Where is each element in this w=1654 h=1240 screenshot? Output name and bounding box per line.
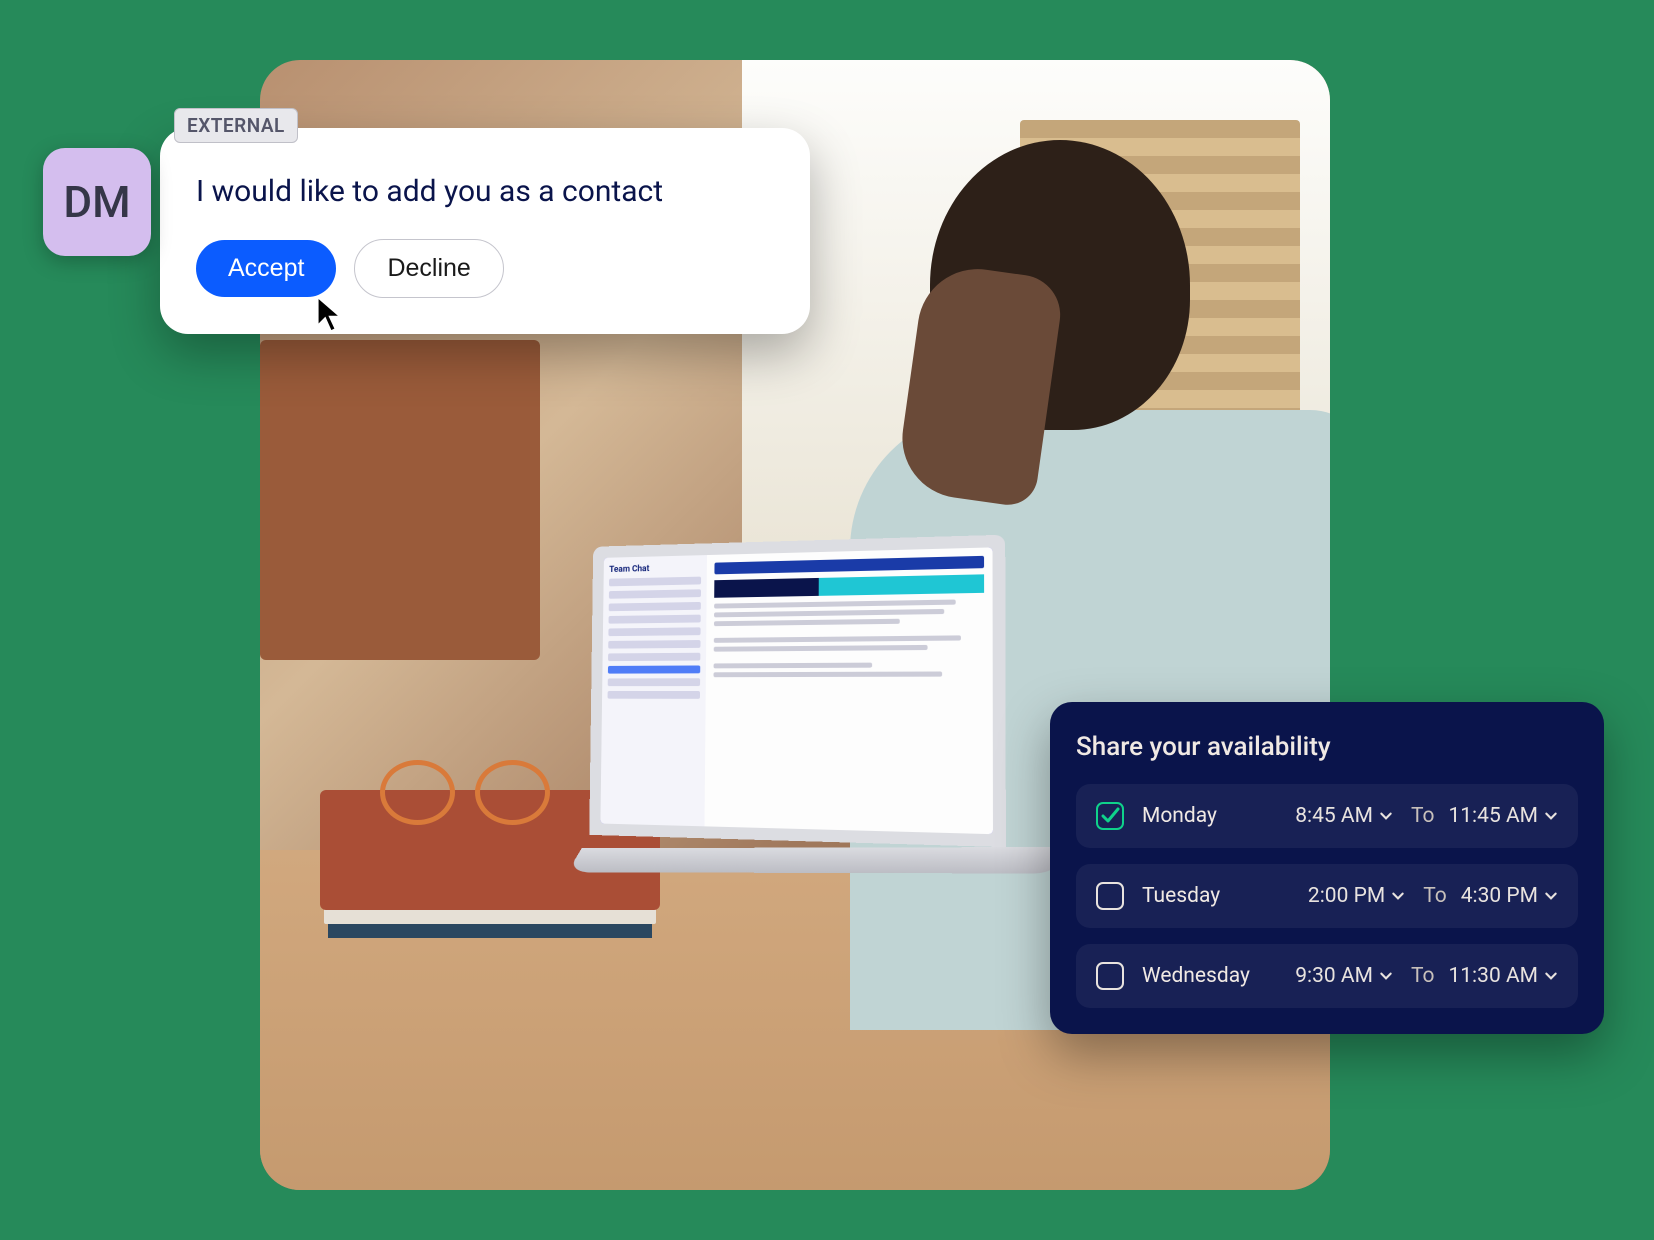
check-icon	[1100, 806, 1120, 826]
scene-laptop-screen: Team Chat	[589, 535, 1006, 847]
availability-start-select[interactable]: 8:45 AM	[1295, 804, 1393, 828]
availability-start-value: 8:45 AM	[1295, 804, 1373, 828]
scene-glasses	[380, 760, 550, 820]
avatar: DM	[43, 148, 151, 256]
scene-cabinet	[260, 340, 540, 660]
avatar-initials: DM	[63, 176, 130, 228]
chevron-down-icon	[1379, 809, 1393, 823]
availability-to-label: To	[1411, 964, 1435, 988]
chevron-down-icon	[1544, 809, 1558, 823]
availability-end-select[interactable]: 11:45 AM	[1448, 804, 1558, 828]
availability-day-label: Wednesday	[1142, 964, 1270, 988]
availability-row-monday: Monday 8:45 AM To 11:45 AM	[1076, 784, 1578, 848]
availability-title: Share your availability	[1076, 732, 1578, 762]
availability-end-value: 4:30 PM	[1461, 884, 1538, 908]
availability-start-value: 2:00 PM	[1308, 884, 1385, 908]
chevron-down-icon	[1391, 889, 1405, 903]
chevron-down-icon	[1544, 889, 1558, 903]
availability-day-label: Monday	[1142, 804, 1270, 828]
availability-day-label: Tuesday	[1142, 884, 1270, 908]
accept-button[interactable]: Accept	[196, 240, 336, 297]
availability-checkbox-monday[interactable]	[1096, 802, 1124, 830]
availability-start-select[interactable]: 9:30 AM	[1295, 964, 1393, 988]
availability-end-select[interactable]: 11:30 AM	[1448, 964, 1558, 988]
availability-checkbox-tuesday[interactable]	[1096, 882, 1124, 910]
availability-end-value: 11:45 AM	[1448, 804, 1538, 828]
contact-request-card: I would like to add you as a contact Acc…	[160, 128, 810, 334]
cursor-icon	[316, 296, 346, 334]
laptop-sidebar-title: Team Chat	[609, 563, 701, 575]
availability-end-select[interactable]: 4:30 PM	[1461, 884, 1558, 908]
availability-checkbox-wednesday[interactable]	[1096, 962, 1124, 990]
chevron-down-icon	[1379, 969, 1393, 983]
availability-start-value: 9:30 AM	[1295, 964, 1373, 988]
availability-end-value: 11:30 AM	[1448, 964, 1538, 988]
availability-to-label: To	[1411, 804, 1435, 828]
availability-row-wednesday: Wednesday 9:30 AM To 11:30 AM	[1076, 944, 1578, 1008]
chevron-down-icon	[1544, 969, 1558, 983]
contact-request-message: I would like to add you as a contact	[196, 174, 774, 209]
availability-start-select[interactable]: 2:00 PM	[1308, 884, 1405, 908]
contact-request-actions: Accept Decline	[196, 239, 774, 298]
decline-button[interactable]: Decline	[354, 239, 503, 298]
scene-laptop-base	[567, 847, 1060, 874]
availability-to-label: To	[1423, 884, 1447, 908]
availability-panel: Share your availability Monday 8:45 AM T…	[1050, 702, 1604, 1034]
external-badge: EXTERNAL	[174, 108, 298, 143]
availability-row-tuesday: Tuesday 2:00 PM To 4:30 PM	[1076, 864, 1578, 928]
